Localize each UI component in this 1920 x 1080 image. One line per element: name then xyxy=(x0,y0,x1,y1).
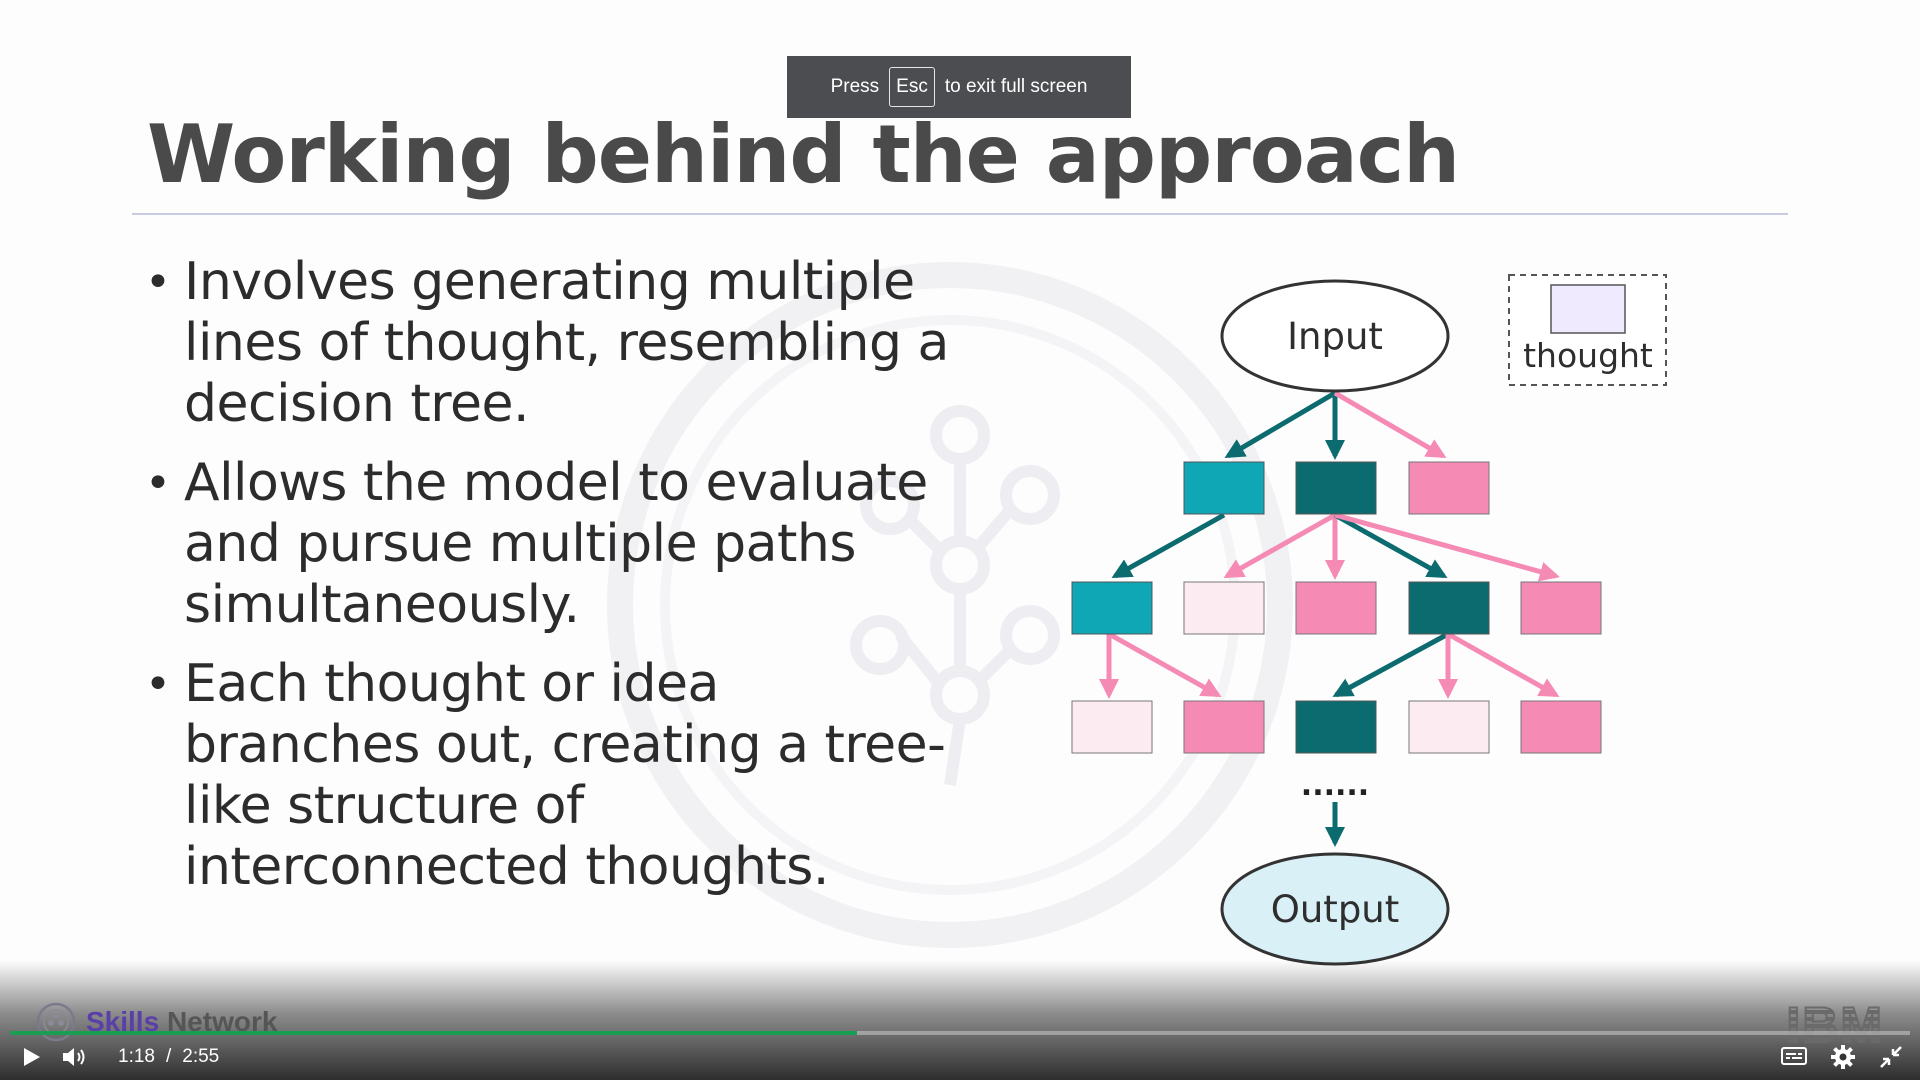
tree-of-thought-diagram: Input Output ...... thought xyxy=(1071,274,1667,966)
edge-arrow xyxy=(1224,390,1337,459)
toast-prefix: Press xyxy=(830,76,880,97)
current-time: 1:18 xyxy=(118,1046,155,1067)
input-label: Input xyxy=(1287,315,1383,358)
toast-suffix: to exit full screen xyxy=(944,76,1088,97)
captions-icon xyxy=(1781,1047,1807,1065)
play-button[interactable] xyxy=(18,1040,44,1074)
edge-arrow xyxy=(1333,512,1448,579)
duration: 2:55 xyxy=(182,1046,220,1067)
captions-button[interactable] xyxy=(1780,1040,1808,1074)
volume-icon xyxy=(63,1048,85,1066)
edge-arrow xyxy=(1333,390,1447,459)
edge-arrow xyxy=(1334,512,1560,582)
output-label: Output xyxy=(1271,888,1400,931)
thought-node xyxy=(1408,581,1490,635)
skills-network-logo: Skills Network xyxy=(36,1002,277,1042)
legend-thought-swatch xyxy=(1550,284,1626,334)
legend-label: thought xyxy=(1523,336,1653,375)
time-display: 1:18 / 2:55 xyxy=(118,1040,219,1074)
thought-node xyxy=(1071,700,1153,754)
esc-key-badge: Esc xyxy=(889,67,935,107)
thought-node xyxy=(1295,700,1377,754)
volume-button[interactable] xyxy=(60,1040,90,1074)
exit-fullscreen-icon xyxy=(1880,1046,1902,1068)
thought-node xyxy=(1071,581,1153,635)
edge-arrow xyxy=(1223,512,1337,579)
thought-node xyxy=(1408,700,1490,754)
slide: Working behind the approach • Involves ge… xyxy=(0,0,1920,1080)
thought-node xyxy=(1520,581,1602,635)
edge-arrow xyxy=(1111,512,1226,579)
thought-node xyxy=(1183,581,1265,635)
fullscreen-toast: Press Esc to exit full screen xyxy=(787,56,1131,118)
gear-icon xyxy=(1831,1045,1855,1069)
skills-network-emblem-icon xyxy=(36,1002,76,1042)
thought-node xyxy=(1408,461,1490,515)
progress-bar[interactable] xyxy=(10,1031,1910,1035)
edge-arrow xyxy=(1107,631,1222,698)
settings-button[interactable] xyxy=(1830,1040,1856,1074)
exit-fullscreen-button[interactable] xyxy=(1878,1040,1904,1074)
thought-node xyxy=(1520,700,1602,754)
player-controls-overlay xyxy=(0,960,1920,1080)
edge-arrow xyxy=(1446,631,1560,698)
thought-node xyxy=(1183,700,1265,754)
time-separator: / xyxy=(165,1046,172,1067)
continuation-ellipsis: ...... xyxy=(1301,768,1369,803)
edge-arrow xyxy=(1332,631,1450,698)
thought-node xyxy=(1183,461,1265,515)
thought-node xyxy=(1295,581,1377,635)
progress-fill xyxy=(10,1031,858,1035)
thought-node xyxy=(1295,461,1377,515)
play-icon xyxy=(24,1048,40,1066)
